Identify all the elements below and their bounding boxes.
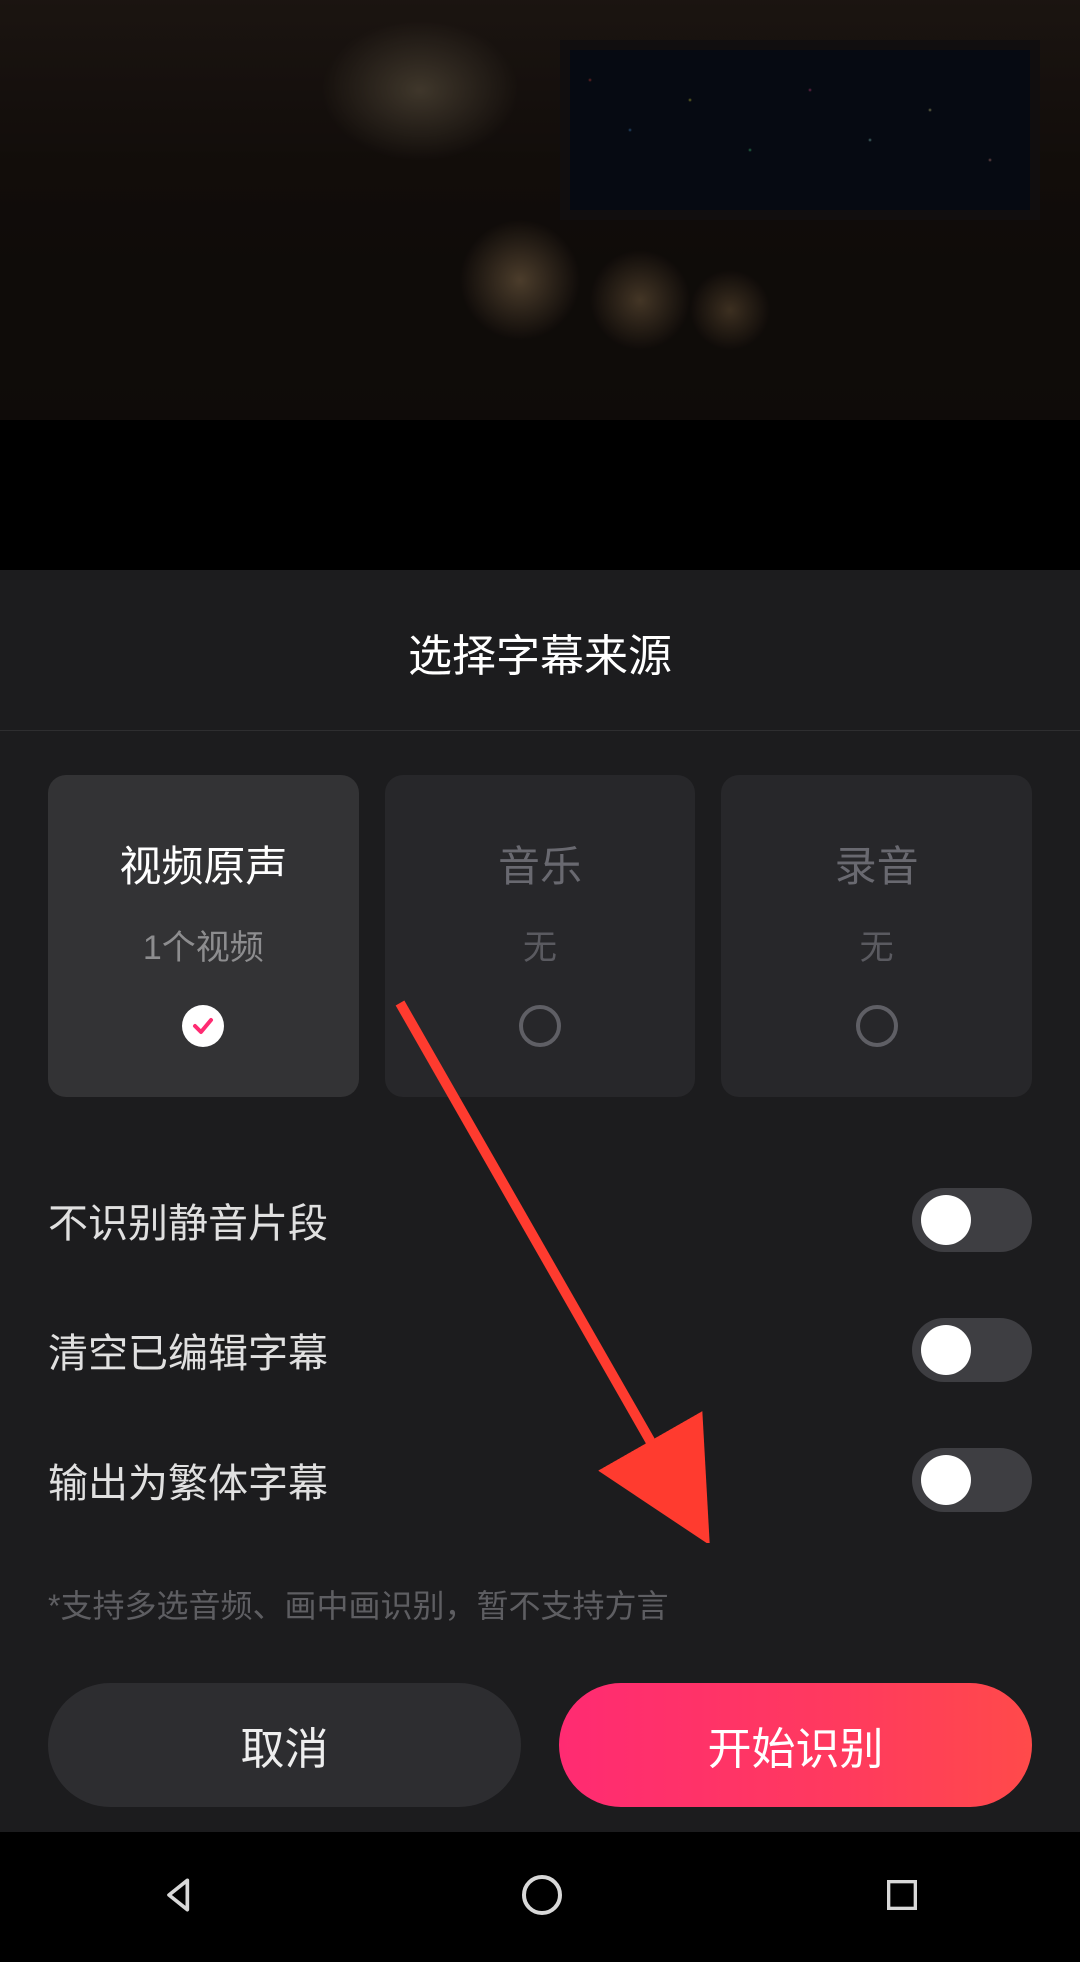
source-card-subtitle: 无 bbox=[523, 920, 557, 969]
source-options-row: 视频原声 1个视频 音乐 无 录音 无 bbox=[48, 775, 1032, 1097]
toggle-knob bbox=[921, 1455, 971, 1505]
toggle-knob bbox=[921, 1325, 971, 1375]
option-label: 不识别静音片段 bbox=[48, 1191, 328, 1249]
toggle-clear-edited[interactable] bbox=[912, 1318, 1032, 1382]
source-card-video-original[interactable]: 视频原声 1个视频 bbox=[48, 775, 359, 1097]
nav-recent-icon[interactable] bbox=[882, 1875, 922, 1920]
source-card-recording[interactable]: 录音 无 bbox=[721, 775, 1032, 1097]
radio-checked-icon bbox=[182, 1005, 224, 1047]
video-preview[interactable] bbox=[0, 0, 1080, 420]
cancel-button[interactable]: 取消 bbox=[48, 1683, 521, 1807]
option-label: 清空已编辑字幕 bbox=[48, 1321, 328, 1379]
android-navbar bbox=[0, 1832, 1080, 1962]
toggle-skip-silence[interactable] bbox=[912, 1188, 1032, 1252]
toggle-knob bbox=[921, 1195, 971, 1245]
radio-unchecked-icon bbox=[519, 1005, 561, 1047]
option-clear-edited: 清空已编辑字幕 bbox=[48, 1285, 1032, 1415]
source-card-title: 视频原声 bbox=[119, 833, 287, 894]
option-label: 输出为繁体字幕 bbox=[48, 1451, 328, 1509]
toggle-output-traditional[interactable] bbox=[912, 1448, 1032, 1512]
source-card-subtitle: 无 bbox=[860, 920, 894, 969]
source-card-title: 录音 bbox=[835, 833, 919, 894]
source-card-title: 音乐 bbox=[498, 833, 582, 894]
source-card-music[interactable]: 音乐 无 bbox=[385, 775, 696, 1097]
nav-back-icon[interactable] bbox=[158, 1873, 202, 1922]
action-buttons-row: 取消 开始识别 bbox=[48, 1683, 1032, 1847]
subtitle-source-panel: 选择字幕来源 视频原声 1个视频 音乐 无 录音 无 不识别静音片段 bbox=[0, 570, 1080, 1847]
panel-title: 选择字幕来源 bbox=[0, 570, 1080, 731]
option-skip-silence: 不识别静音片段 bbox=[48, 1155, 1032, 1285]
hint-text: *支持多选音频、画中画识别，暂不支持方言 bbox=[48, 1581, 1032, 1627]
source-card-subtitle: 1个视频 bbox=[143, 920, 264, 969]
option-output-traditional: 输出为繁体字幕 bbox=[48, 1415, 1032, 1545]
radio-unchecked-icon bbox=[856, 1005, 898, 1047]
start-recognition-button[interactable]: 开始识别 bbox=[559, 1683, 1032, 1807]
spacer bbox=[0, 420, 1080, 570]
video-frame-window bbox=[560, 40, 1040, 220]
nav-home-icon[interactable] bbox=[518, 1871, 566, 1924]
